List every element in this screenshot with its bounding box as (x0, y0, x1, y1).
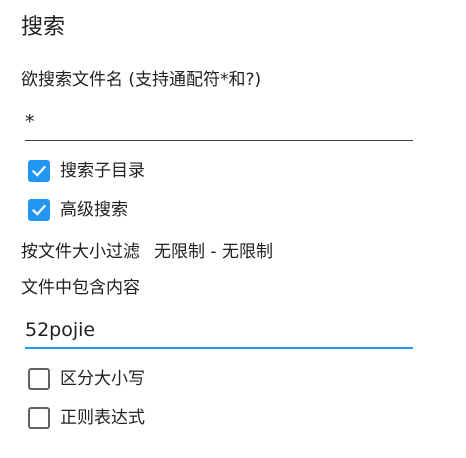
checkmark-icon (31, 204, 47, 216)
content-underline (25, 347, 413, 349)
size-filter-label: 按文件大小过滤 (21, 242, 140, 262)
case-sensitive-label: 区分大小写 (60, 369, 145, 389)
size-filter-row[interactable]: 按文件大小过滤 无限制 - 无限制 (21, 240, 273, 264)
regex-label: 正则表达式 (60, 408, 145, 428)
content-label: 文件中包含内容 (21, 278, 140, 298)
search-subdirs-label: 搜索子目录 (60, 161, 145, 181)
content-input[interactable] (25, 315, 413, 345)
size-filter-value[interactable]: 无限制 - 无限制 (154, 240, 273, 264)
search-subdirs-option[interactable]: 搜索子目录 (28, 159, 145, 183)
advanced-search-checkbox[interactable] (28, 199, 50, 221)
filename-input[interactable] (25, 107, 413, 137)
advanced-search-option[interactable]: 高级搜索 (28, 198, 128, 222)
advanced-search-label: 高级搜索 (60, 200, 128, 220)
filename-underline (25, 140, 413, 141)
regex-checkbox[interactable] (28, 407, 50, 429)
checkmark-icon (31, 165, 47, 177)
regex-option[interactable]: 正则表达式 (28, 406, 145, 430)
dialog-title: 搜索 (21, 15, 66, 40)
filename-label: 欲搜索文件名 (支持通配符*和?) (21, 70, 262, 90)
search-subdirs-checkbox[interactable] (28, 160, 50, 182)
case-sensitive-option[interactable]: 区分大小写 (28, 367, 145, 391)
case-sensitive-checkbox[interactable] (28, 368, 50, 390)
